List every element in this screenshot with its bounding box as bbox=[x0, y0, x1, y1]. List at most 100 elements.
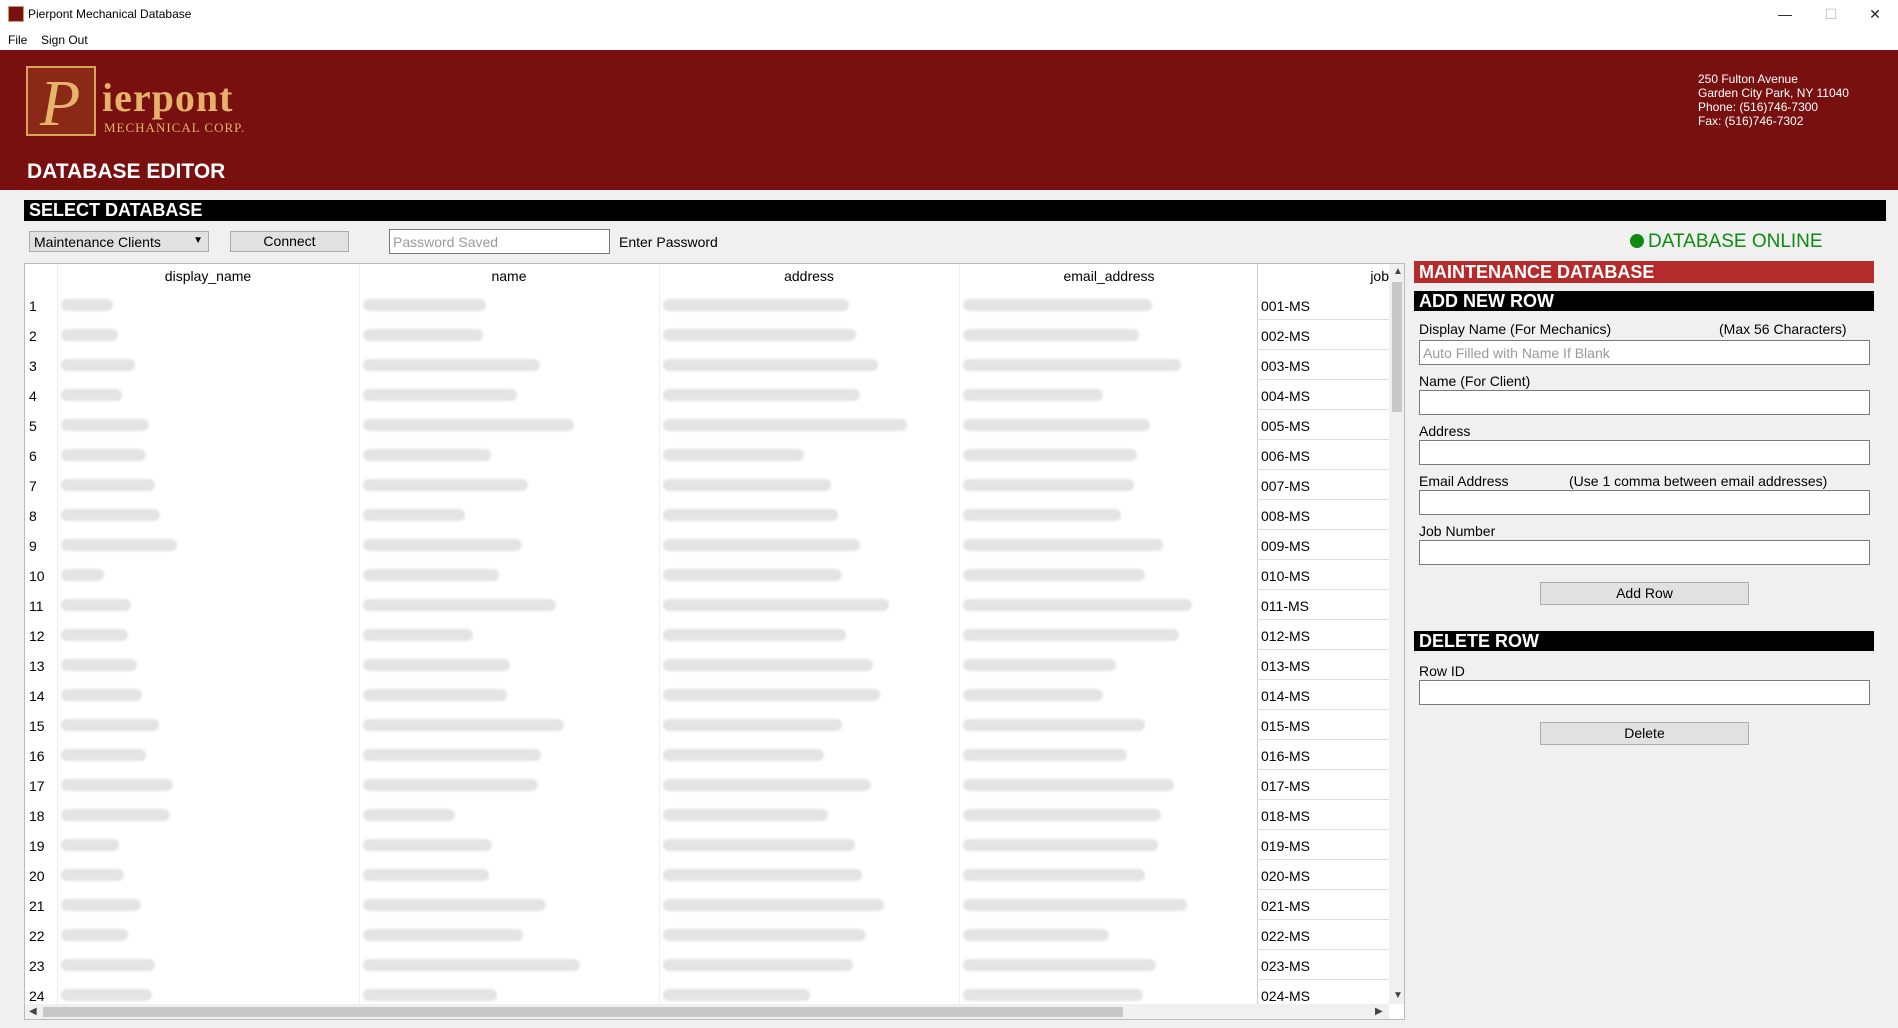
table-row[interactable]: 1 001-MS bbox=[25, 290, 1389, 320]
redacted-cell[interactable] bbox=[963, 359, 1181, 371]
maximize-button[interactable]: ☐ bbox=[1808, 0, 1854, 28]
redacted-cell[interactable] bbox=[61, 989, 152, 1001]
redacted-cell[interactable] bbox=[963, 629, 1179, 641]
redacted-cell[interactable] bbox=[663, 959, 853, 971]
redacted-cell[interactable] bbox=[363, 689, 507, 701]
job-cell[interactable]: 021-MS bbox=[1261, 898, 1310, 914]
table-row[interactable]: 16 016-MS bbox=[25, 740, 1389, 770]
horizontal-scroll-thumb[interactable] bbox=[43, 1007, 1123, 1017]
table-row[interactable]: 2 002-MS bbox=[25, 320, 1389, 350]
horizontal-scrollbar[interactable]: ◀ ▶ bbox=[25, 1004, 1389, 1019]
vertical-scroll-thumb[interactable] bbox=[1392, 282, 1402, 412]
vertical-scrollbar[interactable]: ▲ ▼ bbox=[1389, 264, 1404, 1004]
redacted-cell[interactable] bbox=[363, 389, 517, 401]
table-row[interactable]: 23 023-MS bbox=[25, 950, 1389, 980]
job-cell[interactable]: 022-MS bbox=[1261, 928, 1310, 944]
table-row[interactable]: 11 011-MS bbox=[25, 590, 1389, 620]
job-cell[interactable]: 023-MS bbox=[1261, 958, 1310, 974]
scroll-down-icon[interactable]: ▼ bbox=[1393, 990, 1403, 1001]
job-cell[interactable]: 011-MS bbox=[1261, 598, 1309, 614]
redacted-cell[interactable] bbox=[61, 689, 142, 701]
redacted-cell[interactable] bbox=[663, 389, 860, 401]
job-cell[interactable]: 020-MS bbox=[1261, 868, 1310, 884]
redacted-cell[interactable] bbox=[363, 569, 499, 581]
job-cell[interactable]: 002-MS bbox=[1261, 328, 1310, 344]
redacted-cell[interactable] bbox=[363, 899, 546, 911]
column-header-name[interactable]: name bbox=[359, 264, 659, 288]
job-cell[interactable]: 016-MS bbox=[1261, 748, 1310, 764]
job-cell[interactable]: 017-MS bbox=[1261, 778, 1310, 794]
redacted-cell[interactable] bbox=[963, 989, 1143, 1001]
redacted-cell[interactable] bbox=[363, 839, 492, 851]
email-input[interactable] bbox=[1419, 490, 1870, 515]
table-row[interactable]: 9 009-MS bbox=[25, 530, 1389, 560]
redacted-cell[interactable] bbox=[363, 809, 455, 821]
menu-file[interactable]: File bbox=[8, 33, 27, 47]
redacted-cell[interactable] bbox=[963, 539, 1163, 551]
redacted-cell[interactable] bbox=[61, 629, 128, 641]
redacted-cell[interactable] bbox=[663, 809, 828, 821]
redacted-cell[interactable] bbox=[61, 839, 119, 851]
redacted-cell[interactable] bbox=[663, 689, 880, 701]
job-cell[interactable]: 010-MS bbox=[1261, 568, 1310, 584]
table-row[interactable]: 4 004-MS bbox=[25, 380, 1389, 410]
redacted-cell[interactable] bbox=[61, 479, 155, 491]
redacted-cell[interactable] bbox=[61, 389, 122, 401]
database-select[interactable]: Maintenance Clients ▼ bbox=[29, 231, 209, 252]
column-header-email[interactable]: email_address bbox=[959, 264, 1259, 288]
job-cell[interactable]: 013-MS bbox=[1261, 658, 1310, 674]
redacted-cell[interactable] bbox=[963, 749, 1127, 761]
job-cell[interactable]: 003-MS bbox=[1261, 358, 1310, 374]
table-row[interactable]: 3 003-MS bbox=[25, 350, 1389, 380]
redacted-cell[interactable] bbox=[61, 569, 104, 581]
redacted-cell[interactable] bbox=[363, 329, 483, 341]
redacted-cell[interactable] bbox=[363, 989, 497, 1001]
table-row[interactable]: 10 010-MS bbox=[25, 560, 1389, 590]
redacted-cell[interactable] bbox=[663, 449, 804, 461]
menu-sign-out[interactable]: Sign Out bbox=[41, 33, 88, 47]
redacted-cell[interactable] bbox=[663, 659, 873, 671]
database-table[interactable]: display_name name address email_address … bbox=[24, 263, 1405, 1020]
job-cell[interactable]: 014-MS bbox=[1261, 688, 1310, 704]
redacted-cell[interactable] bbox=[663, 989, 810, 1001]
redacted-cell[interactable] bbox=[61, 659, 137, 671]
redacted-cell[interactable] bbox=[963, 809, 1161, 821]
redacted-cell[interactable] bbox=[963, 719, 1145, 731]
redacted-cell[interactable] bbox=[61, 329, 118, 341]
close-button[interactable]: ✕ bbox=[1852, 0, 1898, 28]
redacted-cell[interactable] bbox=[61, 899, 141, 911]
redacted-cell[interactable] bbox=[61, 959, 155, 971]
redacted-cell[interactable] bbox=[663, 899, 884, 911]
redacted-cell[interactable] bbox=[61, 449, 146, 461]
table-row[interactable]: 12 012-MS bbox=[25, 620, 1389, 650]
redacted-cell[interactable] bbox=[963, 569, 1145, 581]
connect-button[interactable]: Connect bbox=[230, 231, 349, 252]
redacted-cell[interactable] bbox=[363, 719, 564, 731]
column-header-address[interactable]: address bbox=[659, 264, 959, 288]
redacted-cell[interactable] bbox=[61, 719, 159, 731]
redacted-cell[interactable] bbox=[663, 509, 838, 521]
redacted-cell[interactable] bbox=[963, 329, 1139, 341]
minimize-button[interactable]: — bbox=[1762, 0, 1808, 28]
table-row[interactable]: 21 021-MS bbox=[25, 890, 1389, 920]
redacted-cell[interactable] bbox=[663, 569, 842, 581]
redacted-cell[interactable] bbox=[363, 479, 528, 491]
table-row[interactable]: 14 014-MS bbox=[25, 680, 1389, 710]
redacted-cell[interactable] bbox=[61, 539, 177, 551]
redacted-cell[interactable] bbox=[963, 389, 1103, 401]
redacted-cell[interactable] bbox=[363, 359, 540, 371]
redacted-cell[interactable] bbox=[363, 509, 465, 521]
table-row[interactable]: 15 015-MS bbox=[25, 710, 1389, 740]
redacted-cell[interactable] bbox=[963, 689, 1103, 701]
redacted-cell[interactable] bbox=[363, 749, 541, 761]
redacted-cell[interactable] bbox=[663, 869, 862, 881]
job-cell[interactable]: 019-MS bbox=[1261, 838, 1310, 854]
redacted-cell[interactable] bbox=[61, 599, 131, 611]
redacted-cell[interactable] bbox=[61, 299, 113, 311]
redacted-cell[interactable] bbox=[963, 419, 1150, 431]
redacted-cell[interactable] bbox=[663, 629, 846, 641]
redacted-cell[interactable] bbox=[963, 779, 1174, 791]
table-row[interactable]: 17 017-MS bbox=[25, 770, 1389, 800]
job-number-input[interactable] bbox=[1419, 540, 1870, 565]
job-cell[interactable]: 007-MS bbox=[1261, 478, 1310, 494]
